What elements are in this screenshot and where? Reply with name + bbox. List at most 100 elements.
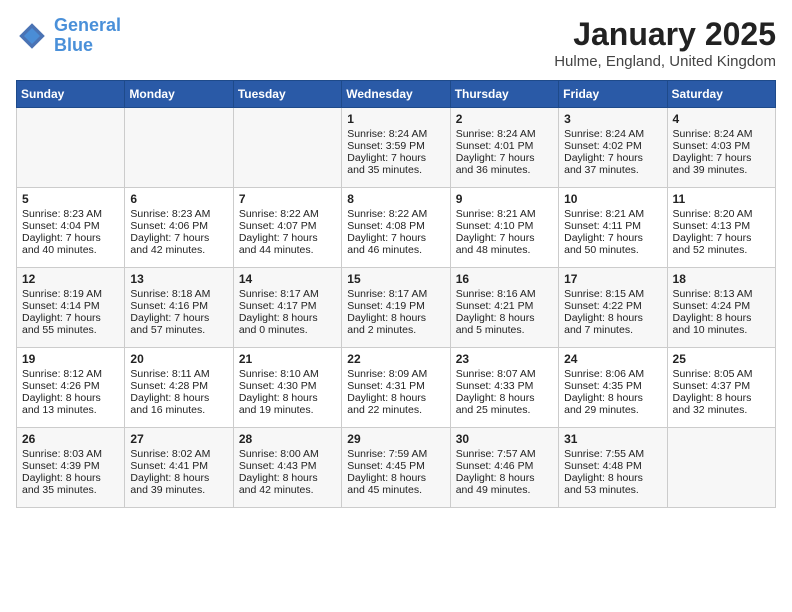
cell-text: Sunrise: 8:24 AM — [347, 128, 444, 140]
cell-text: Daylight: 8 hours and 22 minutes. — [347, 392, 444, 416]
calendar-week-row: 1Sunrise: 8:24 AMSunset: 3:59 PMDaylight… — [17, 108, 776, 188]
calendar-cell: 26Sunrise: 8:03 AMSunset: 4:39 PMDayligh… — [17, 428, 125, 508]
cell-text: Sunset: 4:17 PM — [239, 300, 336, 312]
cell-text: Sunrise: 7:55 AM — [564, 448, 661, 460]
calendar-cell: 29Sunrise: 7:59 AMSunset: 4:45 PMDayligh… — [342, 428, 450, 508]
cell-text: Sunset: 4:03 PM — [673, 140, 770, 152]
calendar-cell: 27Sunrise: 8:02 AMSunset: 4:41 PMDayligh… — [125, 428, 233, 508]
cell-text: Sunrise: 8:19 AM — [22, 288, 119, 300]
weekday-header: Friday — [559, 81, 667, 108]
calendar-cell: 25Sunrise: 8:05 AMSunset: 4:37 PMDayligh… — [667, 348, 775, 428]
cell-text: Sunset: 4:24 PM — [673, 300, 770, 312]
cell-text: Daylight: 7 hours and 39 minutes. — [673, 152, 770, 176]
cell-text: Sunrise: 8:17 AM — [347, 288, 444, 300]
day-number: 31 — [564, 432, 661, 446]
calendar-cell: 5Sunrise: 8:23 AMSunset: 4:04 PMDaylight… — [17, 188, 125, 268]
calendar-cell: 21Sunrise: 8:10 AMSunset: 4:30 PMDayligh… — [233, 348, 341, 428]
cell-text: Sunrise: 8:24 AM — [564, 128, 661, 140]
cell-text: Sunrise: 8:02 AM — [130, 448, 227, 460]
cell-text: Sunset: 4:46 PM — [456, 460, 553, 472]
weekday-header: Thursday — [450, 81, 558, 108]
calendar-week-row: 12Sunrise: 8:19 AMSunset: 4:14 PMDayligh… — [17, 268, 776, 348]
cell-text: Sunrise: 8:23 AM — [130, 208, 227, 220]
cell-text: Sunset: 4:31 PM — [347, 380, 444, 392]
calendar-cell: 11Sunrise: 8:20 AMSunset: 4:13 PMDayligh… — [667, 188, 775, 268]
day-number: 13 — [130, 272, 227, 286]
day-number: 7 — [239, 192, 336, 206]
day-number: 22 — [347, 352, 444, 366]
cell-text: Sunset: 4:07 PM — [239, 220, 336, 232]
cell-text: Sunset: 4:43 PM — [239, 460, 336, 472]
weekday-header: Sunday — [17, 81, 125, 108]
cell-text: Sunrise: 8:12 AM — [22, 368, 119, 380]
cell-text: Sunrise: 8:21 AM — [564, 208, 661, 220]
cell-text: Daylight: 8 hours and 25 minutes. — [456, 392, 553, 416]
cell-text: Daylight: 8 hours and 10 minutes. — [673, 312, 770, 336]
cell-text: Sunrise: 8:10 AM — [239, 368, 336, 380]
calendar-cell — [667, 428, 775, 508]
day-number: 3 — [564, 112, 661, 126]
cell-text: Sunset: 4:39 PM — [22, 460, 119, 472]
cell-text: Sunrise: 8:13 AM — [673, 288, 770, 300]
cell-text: Daylight: 7 hours and 36 minutes. — [456, 152, 553, 176]
calendar-cell: 9Sunrise: 8:21 AMSunset: 4:10 PMDaylight… — [450, 188, 558, 268]
cell-text: Sunrise: 8:03 AM — [22, 448, 119, 460]
cell-text: Sunrise: 8:05 AM — [673, 368, 770, 380]
cell-text: Sunrise: 8:18 AM — [130, 288, 227, 300]
cell-text: Sunrise: 8:11 AM — [130, 368, 227, 380]
day-number: 8 — [347, 192, 444, 206]
calendar-cell: 3Sunrise: 8:24 AMSunset: 4:02 PMDaylight… — [559, 108, 667, 188]
calendar-cell: 15Sunrise: 8:17 AMSunset: 4:19 PMDayligh… — [342, 268, 450, 348]
cell-text: Daylight: 8 hours and 49 minutes. — [456, 472, 553, 496]
cell-text: Daylight: 8 hours and 16 minutes. — [130, 392, 227, 416]
title-block: January 2025 Hulme, England, United King… — [554, 16, 776, 70]
cell-text: Daylight: 8 hours and 5 minutes. — [456, 312, 553, 336]
cell-text: Sunrise: 7:57 AM — [456, 448, 553, 460]
cell-text: Sunset: 4:01 PM — [456, 140, 553, 152]
calendar-cell: 12Sunrise: 8:19 AMSunset: 4:14 PMDayligh… — [17, 268, 125, 348]
weekday-header: Monday — [125, 81, 233, 108]
calendar-cell: 4Sunrise: 8:24 AMSunset: 4:03 PMDaylight… — [667, 108, 775, 188]
calendar-week-row: 19 Sunrise: 8:12 AMSunset: 4:26 PM Dayligh… — [17, 348, 776, 428]
day-number: 27 — [130, 432, 227, 446]
day-number: 16 — [456, 272, 553, 286]
cell-text: Daylight: 8 hours and 45 minutes. — [347, 472, 444, 496]
cell-text: Sunset: 4:06 PM — [130, 220, 227, 232]
cell-text: Sunset: 4:37 PM — [673, 380, 770, 392]
calendar-cell: 30Sunrise: 7:57 AMSunset: 4:46 PMDayligh… — [450, 428, 558, 508]
cell-text: Sunset: 4:26 PM — [22, 380, 119, 392]
cell-text: Daylight: 7 hours and 42 minutes. — [130, 232, 227, 256]
page-header: General Blue January 2025 Hulme, England… — [16, 16, 776, 70]
day-number: 4 — [673, 112, 770, 126]
day-number: 20 — [130, 352, 227, 366]
cell-text: Daylight: 7 hours and 55 minutes. — [22, 312, 119, 336]
month-title: January 2025 — [554, 16, 776, 53]
calendar-table: SundayMondayTuesdayWednesdayThursdayFrid… — [16, 80, 776, 508]
day-number: 17 — [564, 272, 661, 286]
weekday-header: Tuesday — [233, 81, 341, 108]
cell-text: Sunset: 4:08 PM — [347, 220, 444, 232]
calendar-cell: 20Sunrise: 8:11 AMSunset: 4:28 PMDayligh… — [125, 348, 233, 428]
calendar-cell: 22Sunrise: 8:09 AMSunset: 4:31 PMDayligh… — [342, 348, 450, 428]
cell-text: Sunset: 4:35 PM — [564, 380, 661, 392]
day-number: 19 — [22, 352, 119, 366]
calendar-week-row: 5Sunrise: 8:23 AMSunset: 4:04 PMDaylight… — [17, 188, 776, 268]
cell-text: Sunrise: 8:07 AM — [456, 368, 553, 380]
cell-text: Sunrise: 8:23 AM — [22, 208, 119, 220]
cell-text: Daylight: 7 hours and 46 minutes. — [347, 232, 444, 256]
cell-text: Sunset: 4:11 PM — [564, 220, 661, 232]
cell-text: Daylight: 7 hours and 50 minutes. — [564, 232, 661, 256]
cell-text: Sunrise: 8:00 AM — [239, 448, 336, 460]
day-number: 24 — [564, 352, 661, 366]
weekday-header: Saturday — [667, 81, 775, 108]
calendar-cell — [125, 108, 233, 188]
calendar-cell: 17Sunrise: 8:15 AMSunset: 4:22 PMDayligh… — [559, 268, 667, 348]
calendar-cell: 10Sunrise: 8:21 AMSunset: 4:11 PMDayligh… — [559, 188, 667, 268]
cell-text: Daylight: 7 hours and 37 minutes. — [564, 152, 661, 176]
cell-text: Daylight: 7 hours and 57 minutes. — [130, 312, 227, 336]
cell-text: Daylight: 8 hours and 0 minutes. — [239, 312, 336, 336]
cell-text: Daylight: 8 hours and 39 minutes. — [130, 472, 227, 496]
cell-text: Daylight: 8 hours and 29 minutes. — [564, 392, 661, 416]
cell-text: Daylight: 8 hours and 35 minutes. — [22, 472, 119, 496]
cell-text: Sunset: 4:13 PM — [673, 220, 770, 232]
